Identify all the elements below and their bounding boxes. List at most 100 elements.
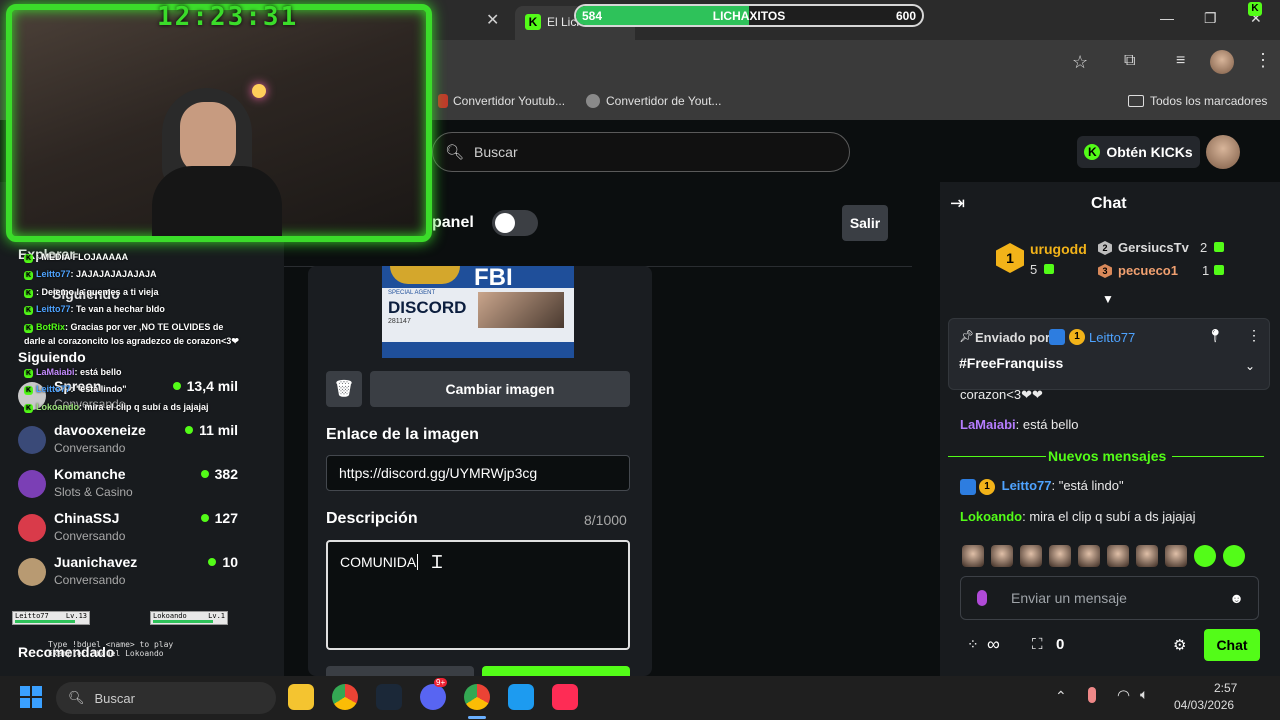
pinned-message: 📌︎ Enviado por 1 Leitto77 📍︎ ⋮ #FreeFran… [948, 318, 1270, 390]
emote-icon[interactable] [1107, 545, 1129, 567]
emote-icon[interactable] [1078, 545, 1100, 567]
restore-icon[interactable]: ❐ [1204, 10, 1217, 27]
live-dot-icon [208, 558, 217, 566]
pinned-more-icon[interactable]: ⋮ [1247, 327, 1261, 344]
emote-icon[interactable] [991, 545, 1013, 567]
gifter-1-count: 5 [1030, 262, 1038, 277]
emote-icon[interactable] [962, 545, 984, 567]
streamer-body [152, 166, 282, 236]
trash-icon: 🗑︎ [333, 381, 355, 398]
gifter-2-name[interactable]: GersiucsTv [1118, 240, 1189, 255]
gift-box-icon[interactable]: ⛶ [1032, 636, 1043, 653]
emote-icon[interactable] [1223, 545, 1245, 567]
channel-viewers: 13,4 mil [172, 378, 238, 394]
overlay-chat-line: K LaMaiabi: está bello [24, 367, 122, 378]
channel-avatar [18, 470, 46, 498]
minimize-icon[interactable]: — [1160, 10, 1174, 26]
cancel-button-partial[interactable] [326, 666, 474, 676]
tray-mic-icon[interactable] [1088, 687, 1096, 703]
overlay-badge-icon: K [24, 289, 33, 298]
emote-icon[interactable] [1194, 545, 1216, 567]
unpin-icon[interactable]: 📍︎ [1207, 328, 1224, 344]
volume-icon[interactable]: 🔈︎ [1140, 686, 1148, 703]
duel-hint: Type !bduel <name> to play [48, 640, 174, 649]
sidebar-channel-3[interactable]: ChinaSSJ Conversando 127 [18, 510, 258, 550]
discord-icon[interactable]: 9+ [420, 678, 448, 710]
app-f-icon[interactable] [508, 684, 534, 710]
chat-message-input[interactable]: Enviar un mensaje ☻ [960, 576, 1259, 620]
kick-overlay-logo-icon: K [1248, 2, 1262, 16]
pin-icon: 📌︎ [959, 329, 975, 343]
channel-points-value: ∞ [987, 634, 1000, 654]
pinned-user[interactable]: Leitto77 [1089, 330, 1135, 345]
send-chat-button[interactable]: Chat [1204, 629, 1260, 661]
wifi-icon[interactable]: ◠ [1117, 686, 1130, 704]
fbi-number: 281147 [388, 318, 411, 325]
emote-icon[interactable] [1136, 545, 1158, 567]
expand-gifters-icon[interactable]: ▼ [1102, 292, 1114, 306]
emote-icon[interactable] [1049, 545, 1071, 567]
tab-close-icon[interactable]: ✕ [486, 10, 499, 30]
media-control-icon[interactable]: ≡ [1176, 52, 1185, 70]
channel-category: Conversando [54, 441, 126, 455]
overlay-badge-icon: K [24, 271, 33, 280]
clock-time[interactable]: 2:57 [1214, 681, 1237, 695]
all-bookmarks[interactable]: Todos los marcadores [1128, 94, 1267, 108]
collapse-chat-icon[interactable]: ⇥ [950, 193, 965, 214]
get-kicks-button[interactable]: K Obtén KICKs [1077, 136, 1200, 168]
panel-image-preview: FBI SPECIAL AGENT DISCORD 281147 [382, 266, 574, 358]
exit-button[interactable]: Salir [842, 205, 888, 241]
kicks-coin-icon: K [1084, 144, 1101, 160]
overlay-badge-icon: K [24, 386, 33, 395]
chat-message: 1 Leitto77: "está lindo" [960, 478, 1124, 495]
emoji-picker-icon[interactable]: ☻ [1229, 590, 1244, 606]
search-icon: 🔍︎ [68, 690, 85, 705]
chat-message: corazon<3❤❤ [960, 387, 1043, 402]
emote-icon[interactable] [1020, 545, 1042, 567]
taskbar-search[interactable]: 🔍︎ Buscar [56, 682, 276, 714]
emote-icon[interactable] [1165, 545, 1187, 567]
file-explorer-icon[interactable] [288, 684, 314, 710]
gifter-3-name[interactable]: pecueco1 [1118, 263, 1178, 278]
new-messages-line-right [1172, 456, 1264, 457]
delete-image-button[interactable]: 🗑︎ [326, 371, 362, 407]
expand-pinned-icon[interactable]: ⌄ [1245, 359, 1255, 373]
live-dot-icon [172, 382, 181, 390]
bookmark-star-icon[interactable]: ☆ [1072, 52, 1088, 73]
overlay-badge-icon: K [24, 324, 33, 333]
search-input[interactable]: 🔍︎ Buscar [432, 132, 850, 172]
panel-toggle[interactable] [492, 210, 538, 236]
change-image-button[interactable]: Cambiar imagen [370, 371, 630, 407]
clock-date[interactable]: 04/03/2026 [1174, 698, 1234, 712]
image-link-input[interactable]: https://discord.gg/UYMRWjp3cg [326, 455, 630, 491]
active-app-indicator [468, 716, 486, 719]
browser-menu-icon[interactable]: ⋮ [1254, 50, 1272, 71]
gifter-1-name[interactable]: urugodd [1030, 241, 1087, 257]
channel-viewers: 127 [200, 510, 238, 526]
bookmark-item-1[interactable]: Convertidor Youtub... [453, 94, 565, 108]
description-textarea[interactable]: COMUNIDA Ɪ [326, 540, 630, 650]
user-avatar[interactable] [1206, 135, 1240, 169]
steam-icon[interactable] [376, 684, 402, 710]
channel-category: Slots & Casino [54, 485, 133, 499]
sidebar-channel-4[interactable]: Juanichavez Conversando 10 [18, 554, 258, 594]
gift-icon [1214, 242, 1224, 252]
chat-settings-icon[interactable]: ⚙ [1173, 636, 1186, 654]
bookmark-item-2[interactable]: Convertidor de Yout... [586, 94, 721, 108]
extensions-icon[interactable]: ⧉ [1124, 52, 1135, 70]
overlay-chat-line: K Leitto77: JAJAJAJAJAJAJA [24, 269, 157, 280]
save-button-partial[interactable] [482, 666, 630, 676]
chrome-icon[interactable] [332, 684, 358, 710]
channel-points-icon[interactable]: ⁘ [967, 636, 979, 653]
new-messages-line-left [948, 456, 1046, 457]
sidebar-channel-1[interactable]: davooxeneize Conversando 11 mil [18, 422, 258, 462]
tiktok-icon[interactable] [552, 684, 578, 710]
sidebar-channel-2[interactable]: Komanche Slots & Casino 382 [18, 466, 258, 506]
folder-icon [1128, 95, 1144, 107]
chrome-active-icon[interactable] [464, 684, 490, 710]
gifter-badge-icon: 1 [979, 478, 995, 495]
channel-name: Komanche [54, 466, 126, 482]
windows-start-icon[interactable] [20, 686, 42, 708]
profile-avatar-icon[interactable] [1210, 50, 1234, 74]
tray-chevron-icon[interactable]: ⌃ [1055, 688, 1067, 705]
